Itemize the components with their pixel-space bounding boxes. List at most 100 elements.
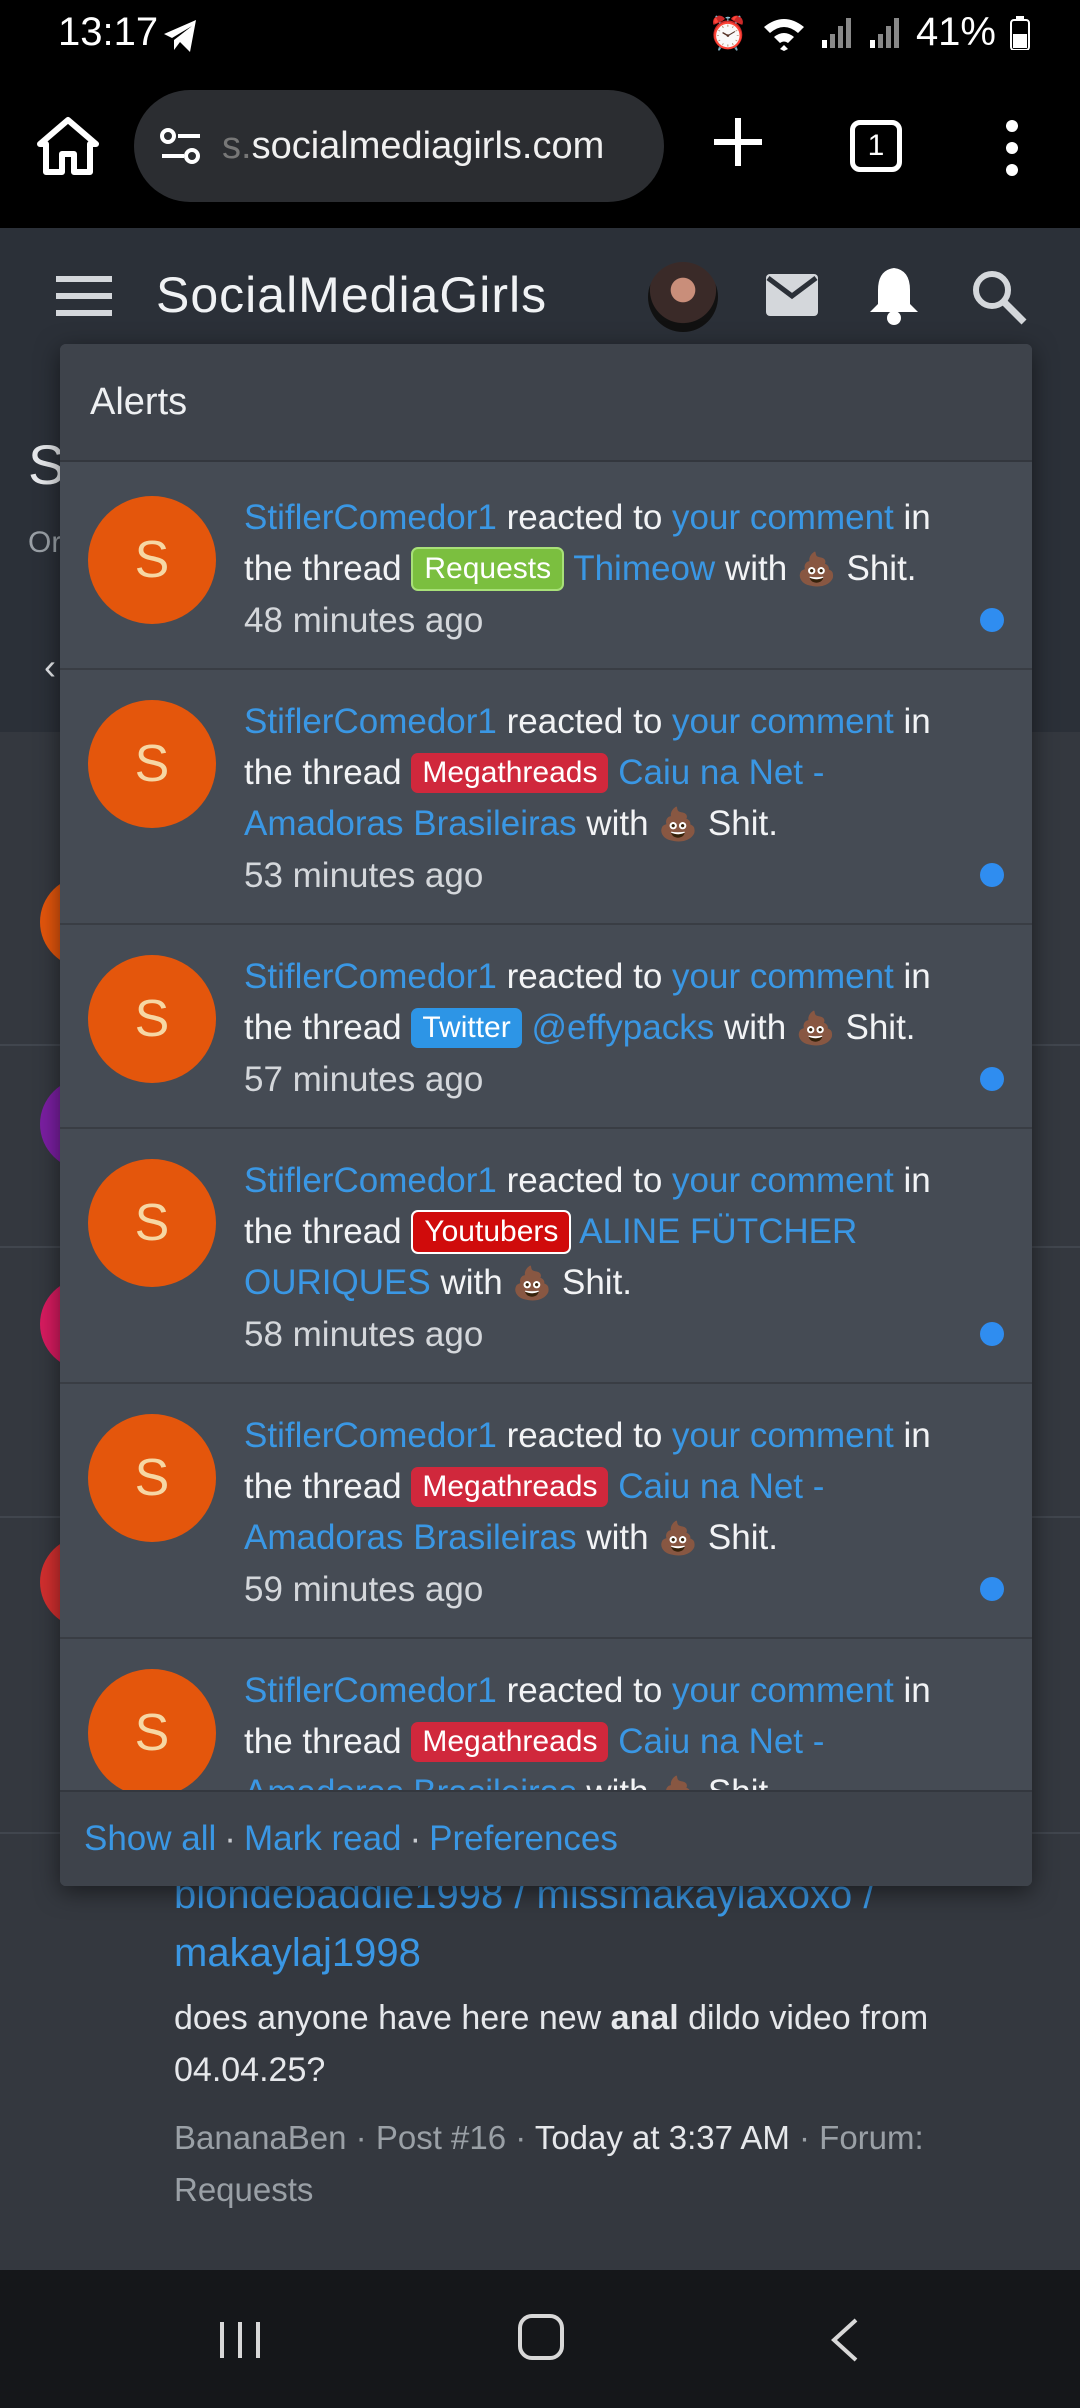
- status-bar: 13:17 ⏰ 41%: [0, 0, 1080, 72]
- poop-emoji-icon: 💩: [658, 1775, 698, 1790]
- address-bar[interactable]: s.socialmediagirls.com: [134, 90, 664, 202]
- alert-verb: reacted to: [506, 1416, 663, 1455]
- alert-comment-link[interactable]: your comment: [672, 1416, 894, 1455]
- alerts-header: Alerts: [60, 344, 1032, 462]
- user-avatar[interactable]: [648, 262, 718, 332]
- alerts-menu: Alerts S StiflerComedor1 reacted to your…: [60, 344, 1032, 1886]
- alert-time: 53 minutes ago: [244, 856, 484, 895]
- unread-dot[interactable]: [980, 1577, 1004, 1601]
- alert-text: StiflerComedor1 reacted to your comment …: [244, 1665, 982, 1790]
- post-forum[interactable]: Requests: [174, 2171, 313, 2208]
- status-time: 13:17: [58, 10, 159, 54]
- bell-icon[interactable]: [866, 264, 922, 326]
- avatar[interactable]: S: [88, 1159, 216, 1287]
- alert-item[interactable]: S StiflerComedor1 reacted to your commen…: [60, 925, 1032, 1129]
- avatar[interactable]: S: [88, 1669, 216, 1790]
- alert-reaction: Shit.: [562, 1263, 633, 1302]
- alert-item[interactable]: S StiflerComedor1 reacted to your commen…: [60, 1639, 1032, 1790]
- thread-prefix-badge[interactable]: Megathreads: [411, 1722, 609, 1762]
- avatar[interactable]: S: [88, 1414, 216, 1542]
- avatar[interactable]: S: [88, 700, 216, 828]
- show-all-link[interactable]: Show all: [84, 1819, 216, 1859]
- home-button[interactable]: [518, 2314, 564, 2360]
- preferences-link[interactable]: Preferences: [429, 1819, 618, 1859]
- avatar[interactable]: S: [88, 955, 216, 1083]
- alert-item[interactable]: S StiflerComedor1 reacted to your commen…: [60, 1384, 1032, 1639]
- signal-icon: [821, 17, 851, 48]
- post-number[interactable]: Post #16: [376, 2119, 506, 2156]
- alert-comment-link[interactable]: your comment: [672, 498, 894, 537]
- post-body-start: does anyone have here new: [174, 1999, 611, 2037]
- url-prefix: s.: [222, 124, 252, 167]
- unread-dot[interactable]: [980, 608, 1004, 632]
- post-meta: BananaBen · Post #16 · Today at 3:37 AM …: [174, 2119, 924, 2208]
- poop-emoji-icon: 💩: [512, 1265, 553, 1301]
- avatar[interactable]: S: [88, 496, 216, 624]
- alert-user-link[interactable]: StiflerComedor1: [244, 1416, 497, 1455]
- alert-user-link[interactable]: StiflerComedor1: [244, 702, 497, 741]
- new-tab-icon[interactable]: [708, 112, 768, 172]
- alert-time: 48 minutes ago: [244, 601, 484, 640]
- thread-prefix-badge[interactable]: Megathreads: [411, 1467, 609, 1507]
- alert-verb: reacted to: [506, 1161, 663, 1200]
- mark-read-link[interactable]: Mark read: [244, 1819, 402, 1859]
- alert-in: in: [903, 1671, 931, 1710]
- alert-item[interactable]: S StiflerComedor1 reacted to your commen…: [60, 670, 1032, 925]
- alert-in: in: [903, 702, 931, 741]
- alert-time: 58 minutes ago: [244, 1315, 484, 1354]
- alarm-icon: ⏰: [708, 14, 748, 51]
- post-body: does anyone have here new anal dildo vid…: [174, 1992, 1034, 2096]
- alert-with: with: [586, 1518, 649, 1557]
- thread-prefix-badge[interactable]: Youtubers: [411, 1210, 572, 1254]
- poop-emoji-icon: 💩: [795, 1010, 836, 1046]
- post-author[interactable]: BananaBen: [174, 2119, 347, 2156]
- alert-verb: reacted to: [506, 1671, 663, 1710]
- alert-user-link[interactable]: StiflerComedor1: [244, 1671, 497, 1710]
- unread-dot[interactable]: [980, 863, 1004, 887]
- alert-user-link[interactable]: StiflerComedor1: [244, 957, 497, 996]
- home-icon[interactable]: [36, 114, 100, 178]
- alert-thread-link[interactable]: @effypacks: [531, 1008, 714, 1047]
- alert-time: 59 minutes ago: [244, 1570, 484, 1609]
- telegram-icon: [164, 20, 196, 52]
- unread-dot[interactable]: [980, 1067, 1004, 1091]
- mail-icon[interactable]: [764, 270, 820, 320]
- alert-item[interactable]: S StiflerComedor1 reacted to your commen…: [60, 1129, 1032, 1384]
- recent-apps-icon[interactable]: [216, 2318, 264, 2362]
- alert-comment-link[interactable]: your comment: [672, 957, 894, 996]
- alert-text: StiflerComedor1 reacted to your comment …: [244, 1410, 982, 1564]
- thread-prefix-badge[interactable]: Requests: [411, 547, 565, 591]
- alert-comment-link[interactable]: your comment: [672, 1161, 894, 1200]
- alert-the-thread: the thread: [244, 1008, 402, 1047]
- alert-comment-link[interactable]: your comment: [672, 702, 894, 741]
- alert-item[interactable]: S StiflerComedor1 reacted to your commen…: [60, 466, 1032, 670]
- more-menu-icon[interactable]: [998, 118, 1026, 178]
- wifi-icon: [763, 18, 804, 51]
- alert-in: in: [903, 498, 931, 537]
- site-title[interactable]: SocialMediaGirls: [156, 266, 547, 324]
- alert-the-thread: the thread: [244, 1467, 402, 1506]
- alert-text: StiflerComedor1 reacted to your comment …: [244, 492, 982, 595]
- site-settings-icon[interactable]: [158, 126, 204, 166]
- alert-reaction: Shit.: [846, 549, 917, 588]
- back-icon[interactable]: [826, 2316, 862, 2364]
- poop-emoji-icon: 💩: [658, 1520, 699, 1556]
- thread-prefix-badge[interactable]: Twitter: [411, 1008, 522, 1048]
- poop-emoji-icon: 💩: [658, 806, 699, 842]
- tab-switcher-button[interactable]: 1: [850, 120, 902, 172]
- alert-thread-link[interactable]: Thimeow: [573, 549, 715, 588]
- alert-user-link[interactable]: StiflerComedor1: [244, 1161, 497, 1200]
- alert-comment-link[interactable]: your comment: [672, 1671, 894, 1710]
- footer-separator: ·: [409, 1819, 422, 1858]
- alert-reaction: Shit.: [707, 1518, 778, 1557]
- search-icon[interactable]: [970, 268, 1028, 326]
- thread-prefix-badge[interactable]: Megathreads: [411, 753, 609, 793]
- hamburger-menu-icon[interactable]: [56, 274, 112, 318]
- alert-reaction: Shit.: [845, 1008, 916, 1047]
- unread-dot[interactable]: [980, 1322, 1004, 1346]
- alert-with: with: [440, 1263, 503, 1302]
- system-nav-bar: [0, 2270, 1080, 2408]
- alert-user-link[interactable]: StiflerComedor1: [244, 498, 497, 537]
- alert-in: in: [903, 957, 931, 996]
- back-chevron-icon[interactable]: ‹: [44, 646, 56, 688]
